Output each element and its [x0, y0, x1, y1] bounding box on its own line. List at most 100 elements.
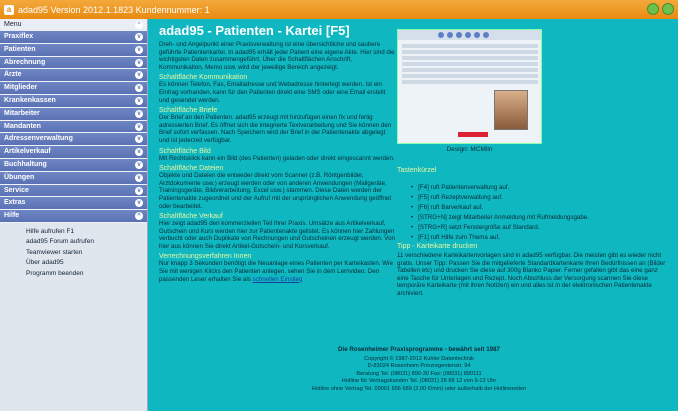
sidebar-item[interactable]: Krankenkassen v [0, 94, 147, 108]
section-link[interactable]: schnellen Einstieg [253, 276, 303, 283]
section-title: Schaltfläche Kommunikation [159, 74, 248, 82]
sidebar-item-label: Mandanten [4, 122, 41, 130]
chevron-down-icon[interactable]: v [135, 71, 143, 80]
submenu-item[interactable]: adad95 Forum aufrufen [26, 237, 147, 248]
sidebar-item-label: Adressenverwaltung [4, 135, 73, 143]
section-text-body: Es können Telefon, Fax, Emailadresse und… [159, 81, 386, 104]
keys-list: [F4] ruft Patientenverwaltung auf.[F5] r… [411, 183, 589, 243]
chevron-up-icon[interactable]: ^ [135, 21, 143, 29]
chevron-down-icon[interactable]: v [135, 173, 143, 182]
section-text: Mit Rechtsklick kann ein Bild (des Patie… [159, 155, 395, 163]
description-column: Dreh- und Angelpunkt einer Praxisverwalt… [159, 41, 395, 283]
sidebar-item[interactable]: Extras v [0, 197, 147, 211]
chevron-down-icon[interactable]: v [135, 45, 143, 54]
footer-line: D-83024 Rosenheim Prinzregentenstr. 94 [367, 363, 471, 369]
chevron-down-icon[interactable]: v [135, 109, 143, 118]
screenshot-toolbar [398, 30, 541, 40]
sidebar: Menu ^ Praxiflex v Patienten v Abrechnung v Är… [0, 19, 148, 411]
footer-line: Copyright © 1987-2012 Kuhler Datentechni… [364, 355, 474, 362]
section-text-body: Hier zeigt adad95 den kommerziellen Teil… [159, 220, 395, 250]
sidebar-item[interactable]: Hilfe ^ [0, 210, 147, 223]
section-text-body: Mit Rechtsklick kann ein Bild (des Patie… [159, 154, 395, 162]
sidebar-header[interactable]: Menu ^ [0, 19, 147, 31]
app-logo-icon: a [4, 4, 14, 15]
section-text-body: Der Brief an den Patienten. adad95 erzeu… [159, 114, 392, 144]
sidebar-item-label: Hilfe [4, 212, 20, 220]
sidebar-item[interactable]: Artikelverkauf v [0, 146, 147, 159]
main-content: adad95 - Patienten - Kartei [F5] Dreh- u… [149, 19, 678, 411]
sidebar-item[interactable]: Adressenverwaltung v [0, 133, 147, 147]
sidebar-item[interactable]: Buchhaltung v [0, 158, 147, 172]
chevron-down-icon[interactable]: v [135, 160, 143, 169]
sidebar-item-label: Abrechnung [4, 58, 46, 66]
section-text: Es können Telefon, Fax, Emailadresse und… [159, 81, 395, 104]
footer-line: Hotline ohne Vertrag Tel. 09001 656 689 … [311, 385, 527, 392]
sidebar-item[interactable]: Übungen v [0, 171, 147, 185]
page-title: adad95 - Patienten - Kartei [F5] [159, 23, 350, 38]
tipp-text: 11 verschiedene Karteikartenvorlagen sin… [397, 252, 666, 297]
sidebar-item[interactable]: Mitglieder v [0, 82, 147, 95]
footer-title: Die Rosenheimer Praxisprogramme - bewähr… [338, 346, 500, 353]
section-text: Der Brief an den Patienten. adad95 erzeu… [159, 114, 395, 144]
sidebar-item-label: Extras [4, 199, 26, 207]
sidebar-item[interactable]: Mitarbeiter v [0, 107, 147, 121]
submenu-item[interactable]: Teamviewer starten [26, 248, 147, 259]
section-title: Schaltfläche Briefe [159, 107, 218, 115]
sidebar-item[interactable]: Mandanten v [0, 120, 147, 134]
chevron-down-icon[interactable]: v [135, 148, 143, 157]
section-title: Schaltfläche Bild [159, 147, 211, 155]
sidebar-item[interactable]: Praxiflex v [0, 31, 147, 44]
window-title: adad95 Version 2012.1.1823 Kundennummer:… [18, 4, 210, 15]
chevron-down-icon[interactable]: v [135, 58, 143, 67]
intro-text: Dreh- und Angelpunkt einer Praxisverwalt… [159, 41, 395, 71]
chevron-down-icon[interactable]: v [135, 33, 143, 41]
sidebar-item[interactable]: Patienten v [0, 43, 147, 57]
screenshot-rows [402, 44, 538, 86]
sidebar-item-label: Ärzte [4, 71, 22, 79]
chevron-down-icon[interactable]: v [135, 96, 143, 105]
section-title: Schaltfläche Dateien [159, 165, 224, 173]
sidebar-item[interactable]: Service v [0, 184, 147, 198]
sidebar-item-label: Mitarbeiter [4, 109, 40, 117]
patient-photo [494, 90, 528, 130]
chevron-up-icon[interactable]: ^ [135, 212, 143, 221]
submenu-item[interactable]: Hilfe aufrufen F1 [26, 227, 147, 238]
footer-line: Hotline für Vertragskunden Tel. (08031) … [341, 378, 497, 384]
key-item: [STRG+N] zeigt Mitarbeiter Anmeldung mit… [411, 213, 589, 223]
section-text-body: Objekte und Dateien die entweder direkt … [159, 172, 392, 210]
key-item: [F5] ruft Rezeptverwaltung auf. [411, 193, 589, 203]
sidebar-item-label: Praxiflex [4, 33, 34, 40]
submenu-item[interactable]: Über adad95 [26, 258, 147, 269]
sidebar-item-label: Service [4, 186, 29, 194]
section-title: Verrechnungsverfahren Innen [159, 253, 252, 261]
key-item: [F4] ruft Patientenverwaltung auf. [411, 183, 589, 193]
sidebar-item[interactable]: Ärzte v [0, 69, 147, 83]
window-controls [647, 3, 674, 15]
footer: Die Rosenheimer Praxisprogramme - bewähr… [249, 346, 589, 393]
section-text: Objekte und Dateien die entweder direkt … [159, 172, 395, 210]
window-titlebar: a adad95 Version 2012.1.1823 Kundennumme… [0, 0, 678, 19]
key-item: [F6] ruft Barverkauf auf. [411, 203, 589, 213]
sidebar-submenu: Hilfe aufrufen F1 adad95 Forum aufrufen Te… [0, 223, 147, 280]
chevron-down-icon[interactable]: v [135, 186, 143, 195]
chevron-down-icon[interactable]: v [135, 135, 143, 144]
section-text: Nur knapp 3 Sekunden benötigt die Neuanl… [159, 260, 395, 283]
screenshot-red-bar [458, 132, 488, 137]
section-title: Schaltfläche Verkauf [159, 213, 223, 221]
chevron-down-icon[interactable]: v [135, 84, 143, 93]
sidebar-item-label: Übungen [4, 173, 35, 181]
screenshot-caption: Design: MCMiln [446, 146, 493, 153]
window-button-icon[interactable] [647, 3, 659, 15]
key-item: [F1] ruft Hilfe zum Thema auf. [411, 233, 589, 243]
submenu-item[interactable]: Programm beenden [26, 269, 147, 280]
chevron-down-icon[interactable]: v [135, 199, 143, 208]
sidebar-item-label: Krankenkassen [4, 96, 56, 104]
window-button-icon[interactable] [662, 3, 674, 15]
footer-line: Beratung Tel. (08031) 890-30 Fax: (08031… [356, 370, 482, 377]
sidebar-item-label: Buchhaltung [4, 160, 47, 168]
tipp-title: Tipp - Karteikarte drucken [397, 243, 478, 250]
sidebar-item[interactable]: Abrechnung v [0, 56, 147, 70]
keys-title: Tastenkürzel [397, 167, 437, 174]
chevron-down-icon[interactable]: v [135, 122, 143, 131]
sidebar-item-label: Mitglieder [4, 84, 38, 92]
